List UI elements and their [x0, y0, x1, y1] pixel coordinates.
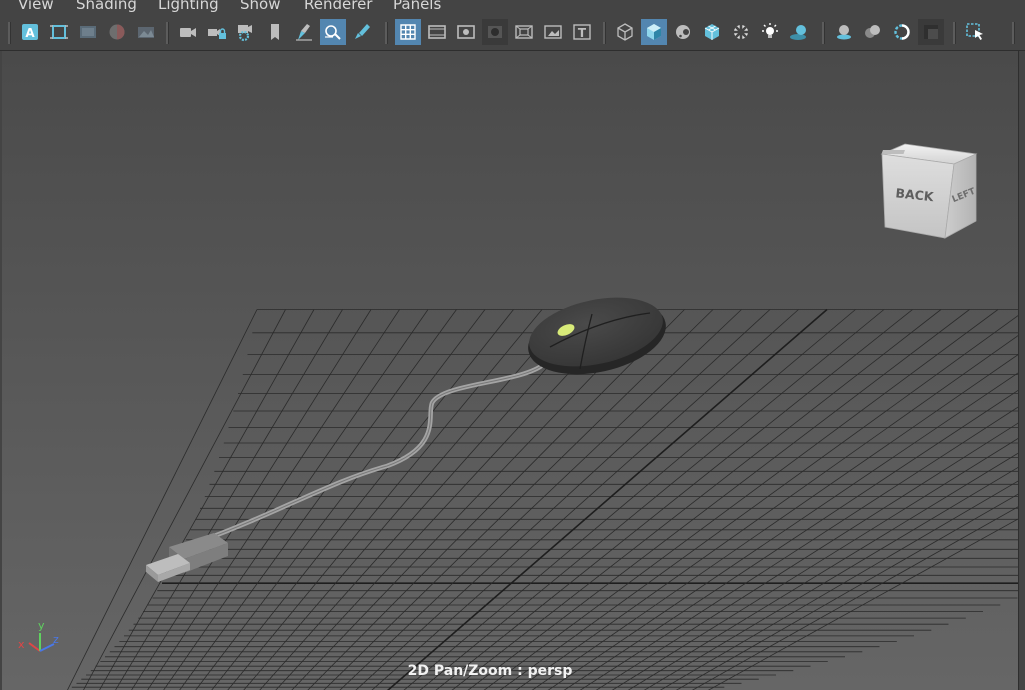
anti-aliasing-icon: [894, 24, 910, 40]
smooth-shade-icon: [647, 24, 661, 40]
textured-button[interactable]: [728, 19, 754, 45]
toolbar-separator: [385, 22, 388, 44]
viewport-toolbar: AT: [0, 14, 1025, 51]
paint-brush-icon: [355, 24, 370, 39]
perspective-viewport[interactable]: BACK LEFT x y z: [2, 51, 1018, 690]
safe-title-icon: T: [573, 24, 591, 40]
film-gate-button[interactable]: [424, 19, 450, 45]
safe-action-button[interactable]: [540, 19, 566, 45]
menu-view[interactable]: View: [18, 0, 54, 13]
menu-panels[interactable]: Panels: [393, 0, 441, 13]
depth-peeling-icon: [924, 25, 938, 39]
camera-settings-icon: [238, 25, 252, 42]
color-management-icon: [109, 24, 125, 40]
menu-show[interactable]: Show: [240, 0, 280, 13]
isolate-select-button[interactable]: [962, 19, 988, 45]
image-plane-icon: [80, 26, 96, 38]
tumble-button[interactable]: [320, 19, 346, 45]
motion-blur-button[interactable]: [860, 19, 886, 45]
color-management-button[interactable]: [104, 19, 130, 45]
shadows-button[interactable]: [786, 19, 812, 45]
toolbar-separator: [1012, 22, 1015, 44]
grease-pencil-icon: [296, 24, 312, 41]
resolution-gate-button[interactable]: [453, 19, 479, 45]
select-camera-button[interactable]: A: [17, 19, 43, 45]
paint-brush-button[interactable]: [349, 19, 375, 45]
camera-attributes-icon: [50, 25, 68, 39]
smooth-shade-button[interactable]: [641, 19, 667, 45]
viewport-menu-bar: View Shading Lighting Show Renderer Panels: [0, 0, 1025, 14]
field-chart-icon: [515, 25, 533, 39]
hud-camera-label: 2D Pan/Zoom : persp: [407, 663, 573, 679]
wireframe-icon: [617, 23, 633, 41]
image-plane-button[interactable]: [75, 19, 101, 45]
grease-pencil-button[interactable]: [291, 19, 317, 45]
viewport-background: [2, 51, 1018, 690]
toolbar-separator: [8, 22, 11, 44]
safe-action-icon: [544, 25, 562, 39]
z-axis-label: z: [53, 633, 59, 646]
view-cube[interactable]: BACK LEFT: [880, 143, 978, 239]
toolbar-separator: [166, 22, 169, 44]
screen-space-ao-icon: [837, 25, 851, 40]
view-cube-top-marker: [881, 150, 905, 154]
gate-mask-button[interactable]: [482, 19, 508, 45]
isolate-select-icon: [966, 23, 983, 40]
resolution-gate-icon: [457, 25, 475, 39]
menu-lighting[interactable]: Lighting: [158, 0, 219, 13]
toolbar-separator: [822, 22, 825, 44]
toolbar-separator: [953, 22, 956, 44]
lock-camera-icon: [208, 28, 226, 39]
wireframe-on-shaded-icon: [704, 24, 720, 40]
wireframe-button[interactable]: [612, 19, 638, 45]
bookmark-button[interactable]: [262, 19, 288, 45]
menu-shading[interactable]: Shading: [76, 0, 137, 13]
camera-settings-button[interactable]: [233, 19, 259, 45]
anti-aliasing-button[interactable]: [889, 19, 915, 45]
safe-title-button[interactable]: T: [569, 19, 595, 45]
camera-attributes-button[interactable]: [46, 19, 72, 45]
bookmark-icon: [271, 24, 279, 40]
viewport-canvas[interactable]: BACK LEFT x y z: [2, 51, 1018, 690]
menu-renderer[interactable]: Renderer: [304, 0, 372, 13]
use-all-lights-icon: [762, 23, 778, 38]
gate-mask-icon: [488, 26, 502, 38]
grid-button[interactable]: [395, 19, 421, 45]
toolbar-separator: [603, 22, 606, 44]
film-gate-icon: [428, 25, 446, 39]
y-axis-label: y: [38, 619, 45, 632]
viewport-right-edge: [1018, 51, 1025, 690]
depth-peeling-button[interactable]: [918, 19, 944, 45]
svg-text:T: T: [578, 26, 587, 40]
tumble-icon: [325, 25, 341, 40]
shadows-icon: [790, 25, 806, 40]
field-chart-button[interactable]: [511, 19, 537, 45]
select-camera-icon: A: [22, 24, 38, 40]
textured-icon: [734, 25, 748, 39]
screen-space-ao-button[interactable]: [831, 19, 857, 45]
default-material-button[interactable]: [670, 19, 696, 45]
depth-of-field-icon: [138, 27, 154, 38]
motion-blur-icon: [865, 25, 880, 38]
wireframe-on-shaded-button[interactable]: [699, 19, 725, 45]
grid-icon: [400, 24, 416, 40]
default-material-icon: [676, 25, 690, 39]
use-all-lights-button[interactable]: [757, 19, 783, 45]
lock-camera-button[interactable]: [204, 19, 230, 45]
x-axis-label: x: [18, 638, 25, 651]
depth-of-field-button[interactable]: [133, 19, 159, 45]
svg-text:A: A: [25, 26, 35, 40]
camera-icon: [180, 28, 196, 37]
camera-button[interactable]: [175, 19, 201, 45]
